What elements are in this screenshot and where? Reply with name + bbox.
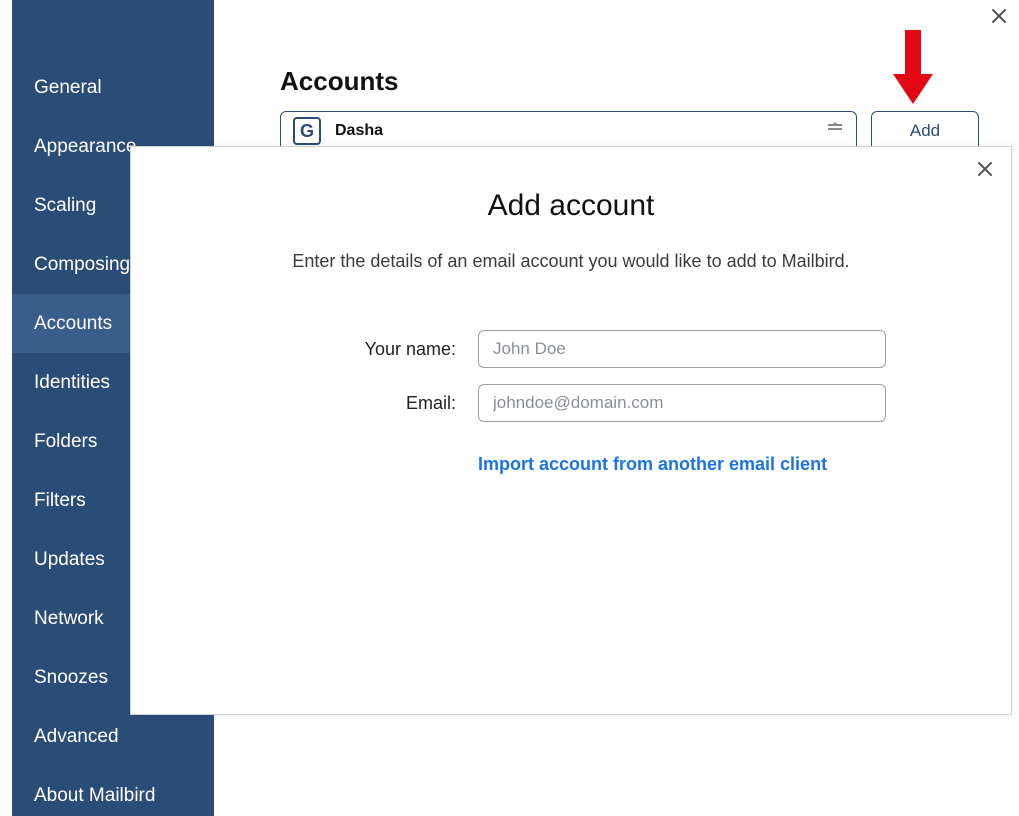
close-dialog-button[interactable]	[973, 159, 997, 183]
account-avatar-icon: G	[293, 117, 321, 145]
sidebar-item-about[interactable]: About Mailbird	[12, 766, 214, 816]
email-label: Email:	[256, 393, 456, 414]
add-account-form: Your name: Email: Import account from an…	[131, 330, 1011, 475]
account-avatar-letter: G	[300, 121, 314, 142]
name-input[interactable]	[478, 330, 886, 368]
import-account-link[interactable]: Import account from another email client	[478, 454, 886, 475]
dialog-subtitle: Enter the details of an email account yo…	[131, 251, 1011, 272]
add-account-dialog: Add account Enter the details of an emai…	[130, 146, 1012, 715]
email-input[interactable]	[478, 384, 886, 422]
name-row: Your name:	[131, 330, 1011, 368]
page-title: Accounts	[280, 66, 979, 97]
account-card[interactable]: G Dasha	[280, 111, 857, 151]
sidebar-item-label: About Mailbird	[34, 785, 155, 807]
reorder-handle-icon[interactable]	[826, 124, 844, 138]
close-icon	[977, 160, 993, 183]
sidebar-item-label: Filters	[34, 490, 86, 512]
sidebar-item-label: Network	[34, 608, 104, 630]
name-label: Your name:	[256, 339, 456, 360]
sidebar-item-label: General	[34, 77, 102, 99]
sidebar-item-label: Accounts	[34, 313, 112, 335]
import-row: Import account from another email client	[131, 454, 1011, 475]
account-row: G Dasha Add	[280, 111, 979, 151]
email-row: Email:	[131, 384, 1011, 422]
sidebar-item-label: Identities	[34, 372, 110, 394]
close-icon	[991, 7, 1007, 30]
sidebar-item-label: Updates	[34, 549, 105, 571]
sidebar-item-label: Advanced	[34, 726, 119, 748]
sidebar-item-label: Composing	[34, 254, 130, 276]
sidebar-item-label: Folders	[34, 431, 97, 453]
dialog-title: Add account	[131, 189, 1011, 223]
spacer	[256, 454, 456, 475]
sidebar-item-label: Appearance	[34, 136, 136, 158]
sidebar-item-general[interactable]: General	[12, 58, 214, 117]
close-settings-button[interactable]	[987, 6, 1011, 30]
account-name: Dasha	[335, 122, 812, 140]
sidebar-item-label: Scaling	[34, 195, 96, 217]
sidebar-item-advanced[interactable]: Advanced	[12, 707, 214, 766]
add-account-button[interactable]: Add	[871, 111, 979, 151]
sidebar-item-label: Snoozes	[34, 667, 108, 689]
